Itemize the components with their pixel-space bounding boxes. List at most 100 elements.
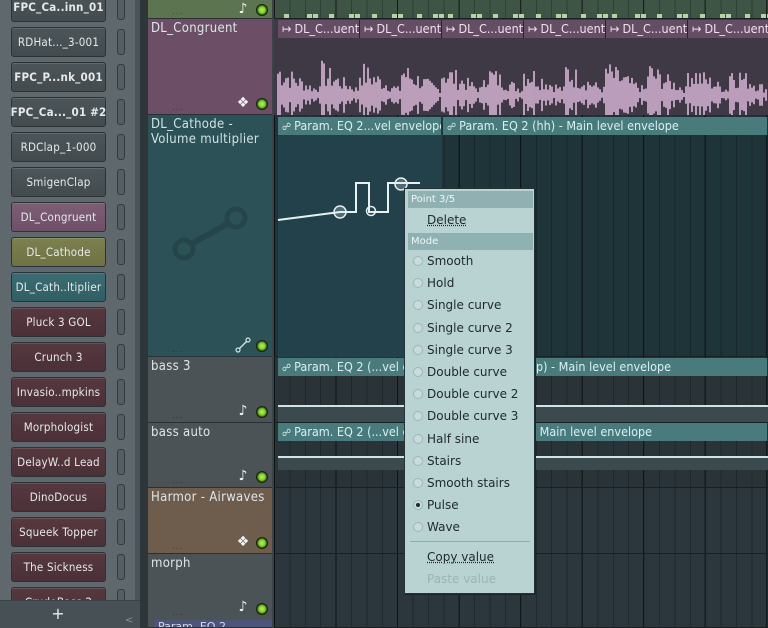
track-header[interactable]: bass auto ... ♪ [148,423,272,488]
channel-selector[interactable] [117,554,125,580]
radio-icon[interactable] [413,522,423,533]
channel-button[interactable]: Invasio..mpkins [11,377,106,407]
channel-selector[interactable] [117,169,125,195]
audio-clip[interactable]: ↦ DL_C...uent [606,20,688,38]
menu-item-mode[interactable]: Single curve [408,294,533,316]
track-header[interactable]: bass 3 ... ♪ [148,357,272,423]
track-grip[interactable]: ... [172,476,184,486]
channel-button[interactable]: SmigenClap [11,167,106,197]
track-header[interactable]: Harmor - Airwaves ... ❖ [148,488,272,554]
channel-selector[interactable] [117,239,125,265]
track-grip[interactable]: ... [172,542,184,552]
audio-clip[interactable]: ↦ DL_C...uent [442,20,524,38]
radio-icon[interactable] [413,433,423,444]
radio-icon[interactable] [413,344,423,355]
track-header[interactable]: DL_Congruent ... ❖ [148,19,272,115]
menu-item-mode[interactable]: Single curve 2 [408,317,533,339]
menu-item-mode[interactable]: Smooth [408,250,533,272]
channel-button[interactable]: DL_Cathode [11,237,106,267]
menu-item-label: Copy value [427,550,495,564]
audio-clip[interactable]: ↦ DL_C...uent [688,20,768,38]
track-grip[interactable]: ... [172,411,184,421]
radio-icon[interactable] [413,300,423,311]
menu-item-mode[interactable]: Pulse [408,494,533,516]
channel-button[interactable]: FPC_Ca..._01 #2 [11,97,106,127]
channel-selector[interactable] [117,204,125,230]
track-header[interactable]: ... ♪ [148,0,272,19]
channel-selector[interactable] [117,414,125,440]
track-mute-led[interactable] [256,406,268,418]
menu-item-copy-value[interactable]: Copy value [408,546,533,568]
channel-selector[interactable] [117,449,125,475]
track-mute-led[interactable] [256,471,268,483]
track-mute-led[interactable] [256,98,268,110]
track-mute-led[interactable] [256,537,268,549]
channel-button[interactable]: Squeek Topper [11,517,106,547]
scroll-left-icon[interactable]: < [125,616,133,626]
radio-icon[interactable] [413,411,423,422]
menu-item-mode[interactable]: Smooth stairs [408,472,533,494]
track-header[interactable]: DL_Cathode - Volume multiplier ... [148,115,272,357]
pattern-note [519,14,524,18]
audio-clip-icon: ↦ [282,21,292,36]
channel-button[interactable]: The Sickness [11,552,106,582]
channel-button[interactable]: Crunch 3 [11,342,106,372]
channel-selector[interactable] [117,309,125,335]
radio-icon[interactable] [413,455,423,466]
track-mute-led[interactable] [256,340,268,352]
radio-icon[interactable] [413,367,423,377]
menu-item-mode[interactable]: Hold [408,272,533,294]
audio-clip[interactable]: ↦ DL_C...uent [360,20,442,38]
audio-clip[interactable]: ↦ DL_C...uent [278,20,360,38]
channel-button[interactable]: DinoDocus [11,482,106,512]
next-track-header[interactable]: Param. EQ 2 [154,620,272,627]
track-lane[interactable] [274,0,768,19]
audio-clip[interactable]: ↦ DL_C...uent [524,20,606,38]
audio-clip-icon: ↦ [610,21,620,36]
channel-button[interactable]: DL_Congruent [11,202,106,232]
channel-button[interactable]: FPC_Ca..inn_01 [11,0,106,22]
radio-icon[interactable] [413,322,423,333]
radio-icon[interactable] [413,256,423,266]
track-mute-led[interactable] [256,4,268,16]
track-mute-led[interactable] [256,603,268,615]
channel-selector[interactable] [117,0,125,20]
menu-item-mode[interactable]: Half sine [408,428,533,450]
menu-item-mode[interactable]: Stairs [408,450,533,472]
channel-selector[interactable] [117,134,125,160]
channel-button[interactable]: FPC_P...nk_001 [11,62,106,92]
radio-selected-icon[interactable] [413,500,423,511]
radio-icon[interactable] [413,478,423,488]
track-grip[interactable]: ... [172,7,184,17]
channel-button[interactable]: RDHat..._3-001 [11,27,106,57]
channel-selector[interactable] [117,344,125,370]
channel-button[interactable]: DL_Cath..ltiplier [11,272,106,302]
channel-button[interactable]: RDClap_1-000 [11,132,106,162]
track-name: bass 3 [151,359,191,374]
channel-selector[interactable] [117,29,125,55]
radio-icon[interactable] [413,389,423,400]
channel-selector[interactable] [117,519,125,545]
channel-selector[interactable] [117,274,125,300]
pattern-note [313,14,318,18]
channel-button[interactable]: Morphologist [11,412,106,442]
channel-button[interactable]: DelayW..d Lead [11,447,106,477]
track-grip[interactable]: ... [172,103,184,113]
channel-selector[interactable] [117,64,125,90]
track-grip[interactable]: ... [172,345,184,355]
menu-item-mode[interactable]: Double curve 3 [408,405,533,427]
menu-item-mode[interactable]: Double curve [408,361,533,383]
add-channel-button[interactable]: + [50,606,66,622]
menu-item-mode[interactable]: Double curve 2 [408,383,533,405]
channel-selector[interactable] [117,484,125,510]
radio-icon[interactable] [413,278,423,289]
menu-item-delete[interactable]: Delete [408,209,533,231]
menu-item-mode[interactable]: Single curve 3 [408,339,533,361]
channel-selector[interactable] [117,99,125,125]
track-header[interactable]: morph ... ♪ Param. EQ 2 [148,554,272,628]
menu-item-mode[interactable]: Wave [408,516,533,538]
track-lane[interactable]: ↦ DL_C...uent ↦ DL_C...uent ↦ DL_C...uent ↦ DL_… [274,19,768,133]
track-grip[interactable]: ... [172,608,184,618]
channel-selector[interactable] [117,379,125,405]
channel-button[interactable]: Pluck 3 GOL [11,307,106,337]
